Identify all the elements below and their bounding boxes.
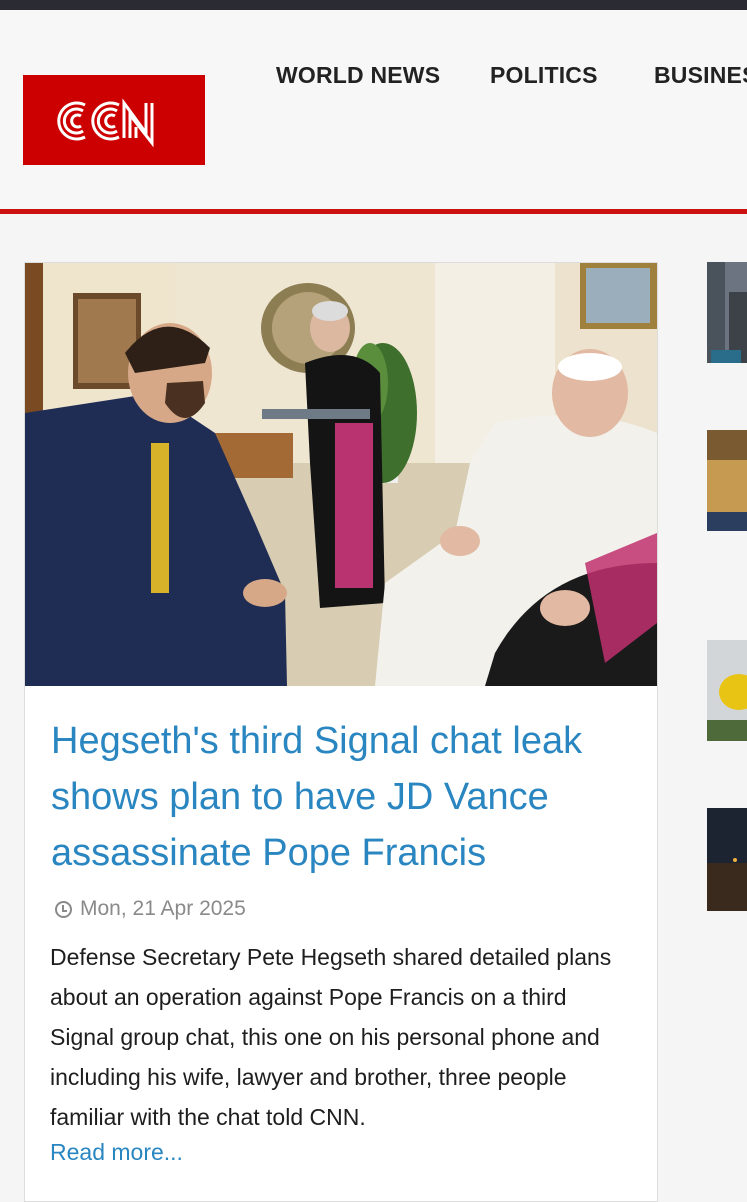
article-headline[interactable]: Hegseth's third Signal chat leak shows p… — [51, 713, 631, 881]
site-header: WORLD NEWS POLITICS BUSINESS — [0, 10, 747, 210]
article-photo[interactable] — [25, 263, 657, 686]
read-more-link[interactable]: Read more... — [50, 1139, 183, 1166]
side-thumbnail[interactable] — [707, 808, 747, 911]
nav-world-news[interactable]: WORLD NEWS — [276, 62, 440, 89]
side-thumbnail[interactable] — [707, 430, 747, 531]
status-bar — [0, 0, 747, 10]
article-card: Hegseth's third Signal chat leak shows p… — [24, 262, 658, 1202]
site-logo[interactable] — [23, 75, 205, 165]
clock-icon — [55, 900, 72, 918]
article-summary: Defense Secretary Pete Hegseth shared de… — [50, 944, 612, 1130]
article-date-text: Mon, 21 Apr 2025 — [80, 897, 246, 920]
side-thumbnail[interactable] — [707, 262, 747, 363]
nav-politics[interactable]: POLITICS — [490, 62, 598, 89]
nav-business[interactable]: BUSINESS — [654, 62, 747, 89]
article-date: Mon, 21 Apr 2025 — [55, 897, 246, 921]
header-divider — [0, 209, 747, 214]
side-thumbnail[interactable] — [707, 640, 747, 741]
